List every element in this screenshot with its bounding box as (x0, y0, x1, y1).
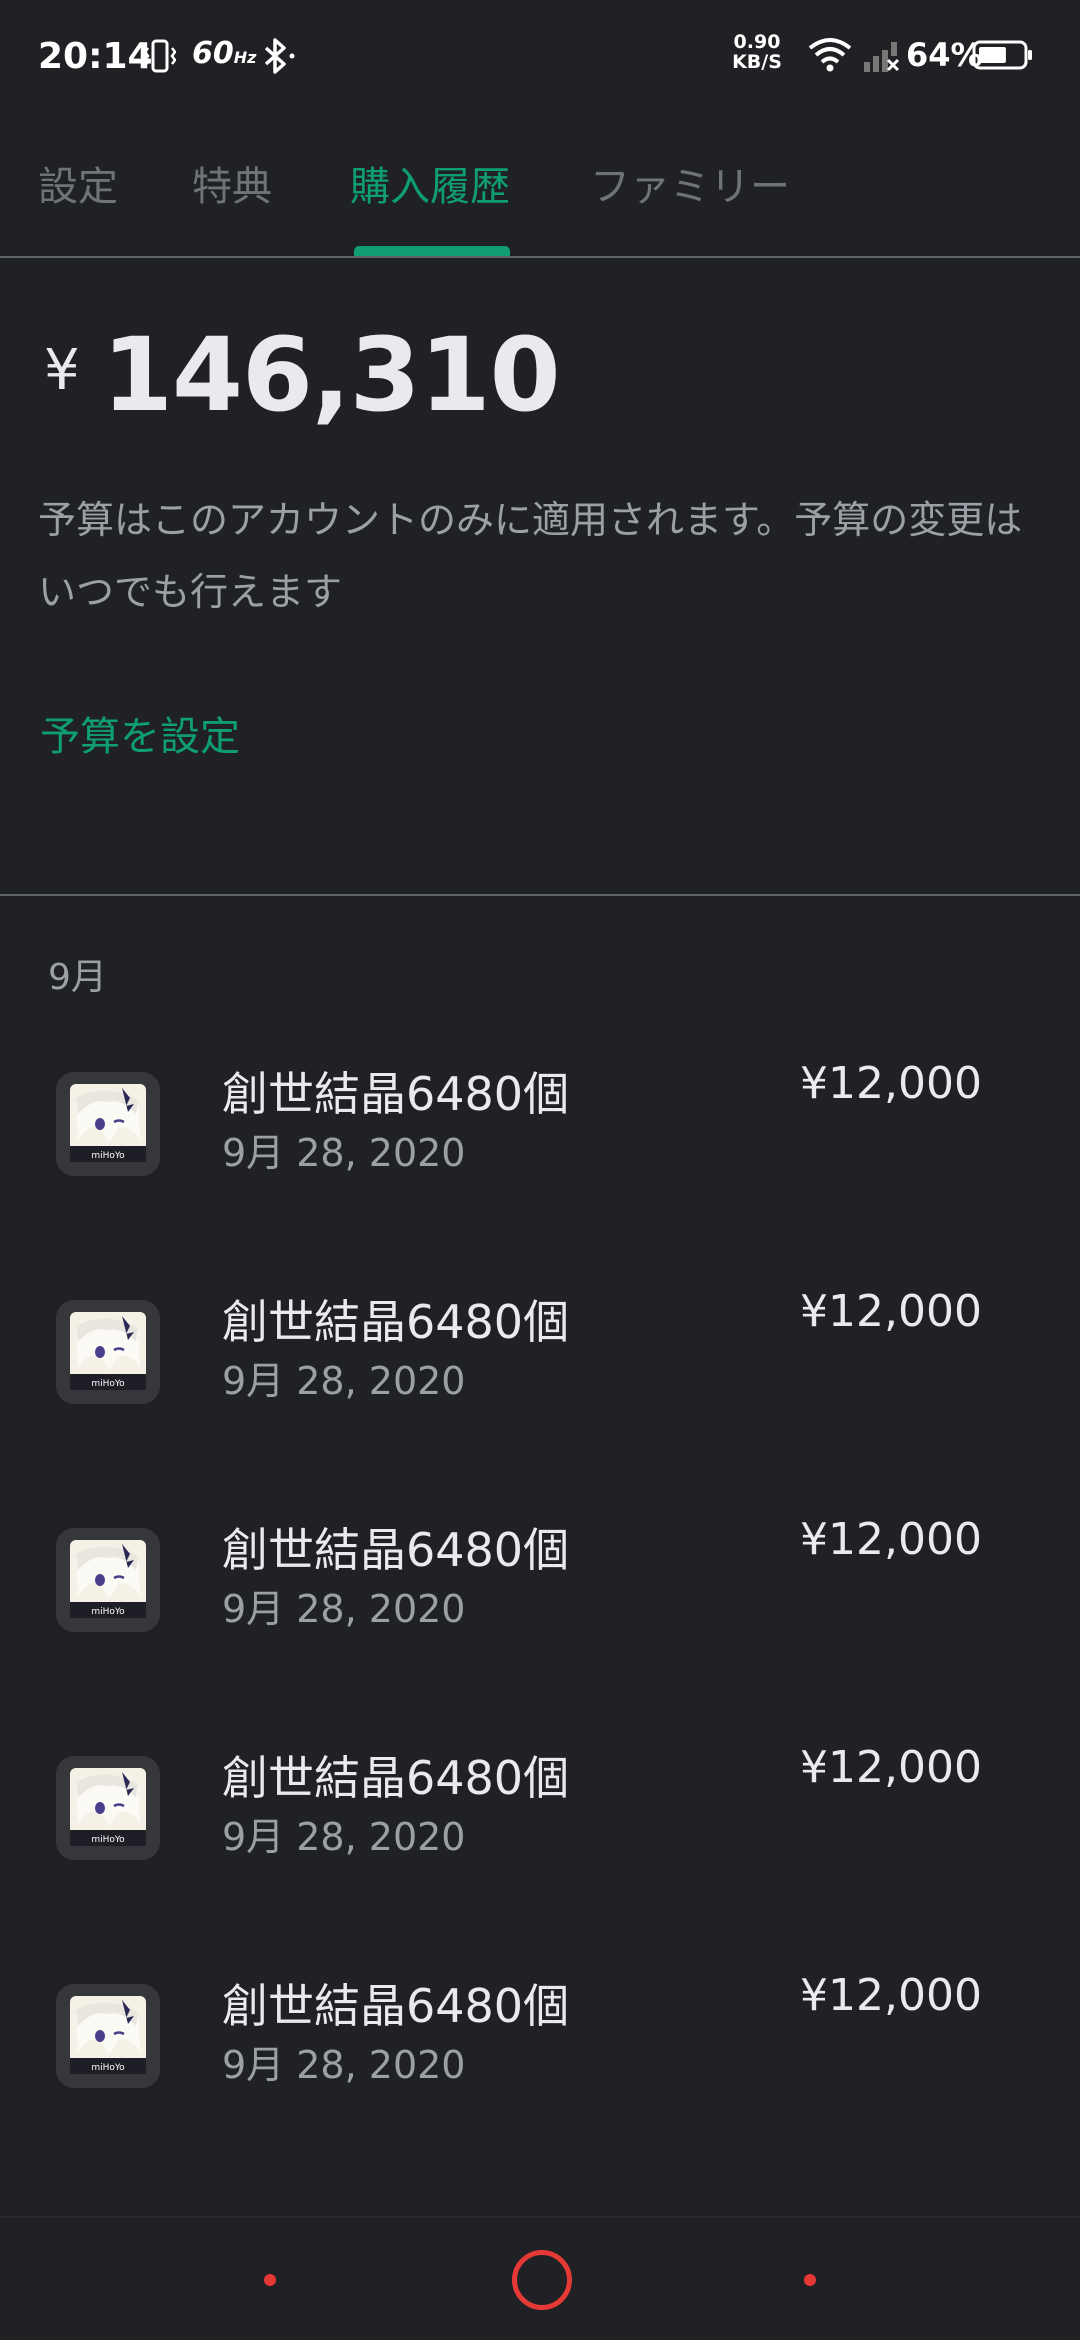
tab-divider (0, 256, 1080, 258)
status-bar: 20:14 60Hz 0.90 KB/S 64% (0, 0, 1080, 110)
purchase-date: 9月 28, 2020 (222, 1131, 466, 1175)
amount-value: 146,310 (102, 316, 561, 435)
app-icon: miHoYo (56, 1300, 160, 1404)
bluetooth-icon (264, 38, 295, 74)
svg-text:miHoYo: miHoYo (91, 1835, 125, 1845)
purchase-row[interactable]: miHoYo 創世結晶6480個 9月 28, 2020 ¥12,000 (0, 1922, 1080, 2150)
purchase-date: 9月 28, 2020 (222, 1815, 466, 1859)
navigation-bar (0, 2218, 1080, 2340)
purchase-price: ¥12,000 (800, 1970, 982, 2021)
purchase-row[interactable]: miHoYo 創世結晶6480個 9月 28, 2020 ¥12,000 (0, 1694, 1080, 1922)
purchase-date: 9月 28, 2020 (222, 2043, 466, 2087)
purchase-price: ¥12,000 (800, 1058, 982, 1109)
purchase-row[interactable]: miHoYo 創世結晶6480個 9月 28, 2020 ¥12,000 (0, 1466, 1080, 1694)
purchase-title: 創世結晶6480個 (222, 1979, 570, 2033)
purchase-price: ¥12,000 (800, 1514, 982, 1565)
tab-family[interactable]: ファミリー (590, 154, 790, 212)
home-button[interactable] (512, 2250, 572, 2310)
refresh-rate: 60Hz (192, 36, 257, 71)
purchase-title: 創世結晶6480個 (222, 1067, 570, 1121)
purchase-price: ¥12,000 (800, 1742, 982, 1793)
battery-icon (972, 40, 1032, 70)
active-tab-indicator (354, 246, 510, 256)
app-icon-image: miHoYo (70, 1084, 146, 1162)
purchase-price: ¥12,000 (800, 1286, 982, 1337)
recents-button[interactable] (804, 2274, 816, 2286)
set-budget-button[interactable]: 予算を設定 (40, 704, 240, 762)
app-icon-image: miHoYo (70, 1540, 146, 1618)
month-header: 9月 (48, 957, 107, 998)
status-time: 20:14 (38, 36, 153, 77)
purchase-date: 9月 28, 2020 (222, 1359, 466, 1403)
purchase-title: 創世結晶6480個 (222, 1751, 570, 1805)
app-icon: miHoYo (56, 1528, 160, 1632)
tab-rewards[interactable]: 特典 (192, 154, 272, 212)
app-icon: miHoYo (56, 1984, 160, 2088)
tab-bar: 設定 特典 購入履歴 ファミリー (0, 130, 1080, 258)
wifi-icon (808, 38, 852, 72)
app-icon-image: miHoYo (70, 1768, 146, 1846)
purchase-row[interactable]: miHoYo 創世結晶6480個 9月 28, 2020 ¥12,000 (0, 1010, 1080, 1238)
svg-text:miHoYo: miHoYo (91, 1151, 125, 1161)
vibrate-icon (144, 39, 176, 73)
app-icon: miHoYo (56, 1756, 160, 1860)
svg-text:miHoYo: miHoYo (91, 1379, 125, 1389)
purchase-row[interactable]: miHoYo 創世結晶6480個 9月 28, 2020 ¥12,000 (0, 1238, 1080, 1466)
back-button[interactable] (264, 2274, 276, 2286)
signal-icon (864, 42, 900, 72)
purchase-title: 創世結晶6480個 (222, 1523, 570, 1577)
app-icon-image: miHoYo (70, 1996, 146, 2074)
svg-text:miHoYo: miHoYo (91, 1607, 125, 1617)
purchase-date: 9月 28, 2020 (222, 1587, 466, 1631)
tab-purchase-history[interactable]: 購入履歴 (350, 154, 510, 212)
purchase-title: 創世結晶6480個 (222, 1295, 570, 1349)
app-icon: miHoYo (56, 1072, 160, 1176)
currency-symbol: ¥ (44, 338, 80, 403)
network-speed: 0.90 KB/S (732, 31, 782, 73)
budget-description: 予算はこのアカウントのみに適用されます。予算の変更はいつでも行えます (38, 498, 1023, 614)
section-divider (0, 894, 1080, 896)
tab-settings[interactable]: 設定 (38, 154, 118, 212)
app-icon-image: miHoYo (70, 1312, 146, 1390)
svg-text:miHoYo: miHoYo (91, 2063, 125, 2073)
